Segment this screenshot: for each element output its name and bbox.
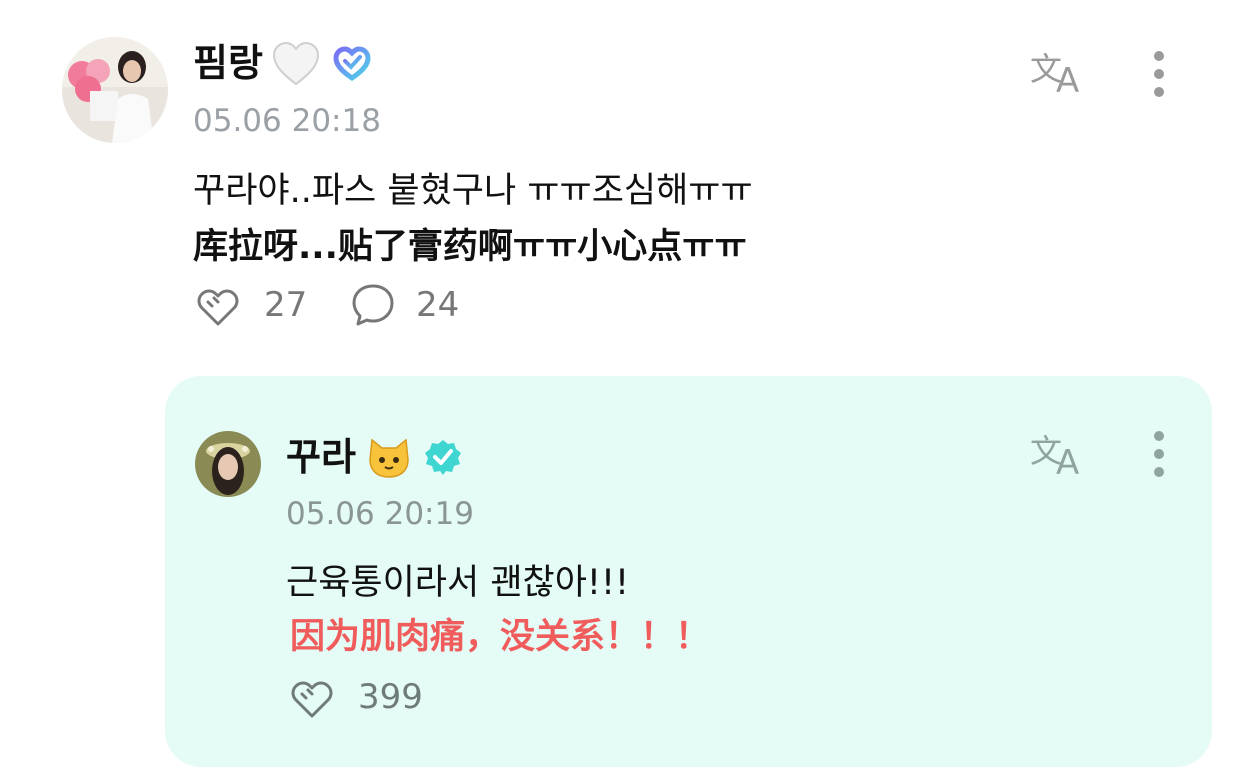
reply-text-korean: 근육통이라서 괜찮아!!! [286,563,630,603]
svg-text:A: A [1056,61,1079,96]
reply-timestamp: 05.06 20:19 [286,496,474,532]
avatar-kkura[interactable] [195,431,261,497]
comment-author-name[interactable]: 핌랑 [193,38,263,88]
verified-check-icon [424,438,462,476]
comment-text-chinese: 库拉呀...贴了膏药啊ㅠㅠ小心点ㅠㅠ [193,227,747,267]
reply-text-chinese: 因为肌肉痛，没关系！！！ [290,617,711,657]
comment-text-korean: 꾸라야..파스 붙혔구나 ㅠㅠ조심해ㅠㅠ [193,171,753,211]
fan-badge-icon [332,44,372,84]
avatar-pimrang[interactable] [62,37,168,143]
svg-text:A: A [1056,443,1079,478]
cat-emoji-icon [366,434,412,480]
reply-like-count: 399 [358,677,423,717]
translate-icon[interactable]: 文 A [1028,428,1090,478]
like-icon[interactable] [194,282,242,328]
translate-icon[interactable]: 文 A [1028,46,1090,96]
reply-count: 24 [416,285,460,325]
like-icon[interactable] [288,674,336,720]
more-options-icon[interactable] [1148,430,1170,480]
reply-author-name[interactable]: 꾸라 [286,432,356,482]
more-options-icon[interactable] [1148,50,1170,100]
comment-timestamp: 05.06 20:18 [193,103,381,139]
white-heart-icon [270,38,322,90]
reply-bubble-icon[interactable] [350,282,396,328]
like-count: 27 [264,285,308,325]
